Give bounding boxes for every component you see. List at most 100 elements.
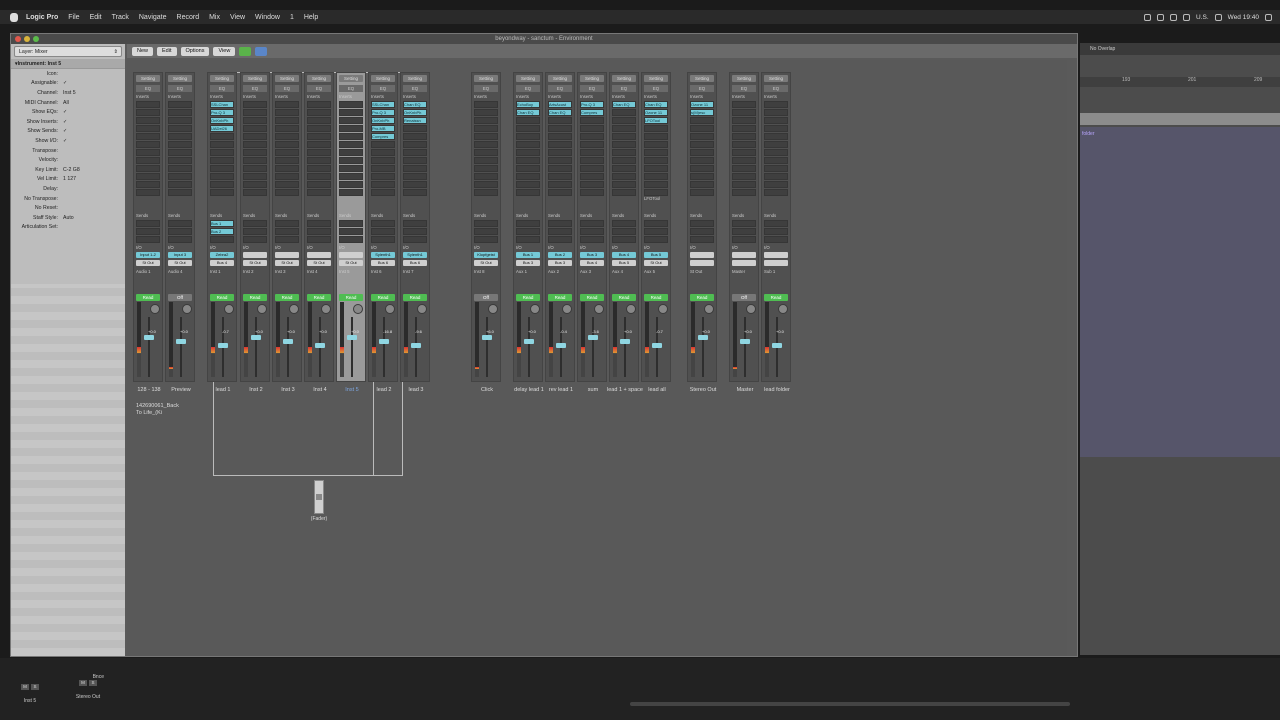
insert-slot[interactable] bbox=[243, 173, 267, 180]
pan-knob[interactable] bbox=[182, 304, 192, 314]
insert-slot[interactable] bbox=[732, 157, 756, 164]
eq-display[interactable]: EQ bbox=[644, 85, 668, 92]
volume-fader-track[interactable] bbox=[287, 317, 289, 377]
output-slot[interactable]: St Out bbox=[168, 260, 192, 266]
volume-fader-cap[interactable] bbox=[315, 343, 325, 348]
insert-slot[interactable] bbox=[516, 117, 540, 124]
eq-display[interactable]: EQ bbox=[243, 85, 267, 92]
volume-fader-cap[interactable] bbox=[347, 335, 357, 340]
insert-slot[interactable] bbox=[548, 133, 572, 140]
automation-mode[interactable]: Read bbox=[612, 294, 636, 301]
channel-name[interactable]: Click bbox=[468, 387, 506, 394]
close-icon[interactable] bbox=[15, 36, 21, 42]
insert-slot[interactable] bbox=[644, 165, 668, 172]
automation-mode[interactable]: Read bbox=[690, 294, 714, 301]
menu-1[interactable]: 1 bbox=[290, 14, 294, 21]
input-slot[interactable] bbox=[732, 252, 756, 258]
send-slot[interactable] bbox=[644, 228, 668, 235]
volume-fader-track[interactable] bbox=[624, 317, 626, 377]
param-value[interactable]: All bbox=[61, 100, 125, 106]
insert-slot[interactable] bbox=[516, 173, 540, 180]
insert-slot[interactable] bbox=[612, 181, 636, 188]
insert-slot[interactable] bbox=[275, 189, 299, 196]
insert-slot[interactable] bbox=[580, 189, 604, 196]
inspector-row[interactable]: Velocity: bbox=[11, 155, 125, 165]
automation-mode[interactable]: Read bbox=[516, 294, 540, 301]
setting-button[interactable]: Setting bbox=[136, 75, 160, 82]
insert-slot[interactable] bbox=[516, 149, 540, 156]
output-slot[interactable]: Bus 3 bbox=[548, 260, 572, 266]
midi-link-icon[interactable] bbox=[239, 46, 252, 56]
insert-slot[interactable] bbox=[168, 173, 192, 180]
output-slot[interactable]: St Out bbox=[275, 260, 299, 266]
insert-slot[interactable] bbox=[690, 157, 714, 164]
insert-slot[interactable] bbox=[516, 157, 540, 164]
eq-display[interactable]: EQ bbox=[371, 85, 395, 92]
channel-strip[interactable]: Setting EQ Inserts Sends I/O Input 3 St Out Aud… bbox=[165, 72, 195, 393]
insert-slot[interactable] bbox=[403, 181, 427, 188]
insert-slot[interactable] bbox=[548, 117, 572, 124]
insert-slot[interactable] bbox=[474, 181, 498, 188]
insert-slot[interactable] bbox=[732, 133, 756, 140]
insert-slot[interactable] bbox=[307, 141, 331, 148]
insert-slot[interactable] bbox=[403, 141, 427, 148]
insert-slot[interactable] bbox=[474, 109, 498, 116]
send-slot[interactable] bbox=[612, 220, 636, 227]
insert-slot[interactable] bbox=[339, 165, 363, 172]
send-slot[interactable] bbox=[136, 236, 160, 243]
insert-slot[interactable] bbox=[339, 157, 363, 164]
send-slot[interactable] bbox=[548, 236, 572, 243]
channel-strip[interactable]: Setting EQ Inserts SSLChan Pro-Q 3 OnKnbPh Pro… bbox=[368, 72, 398, 393]
channel-strip[interactable]: Setting EQ Inserts Chan EQ Sends I/O Bus 4 Bus … bbox=[607, 72, 643, 393]
insert-slot[interactable] bbox=[339, 117, 363, 124]
insert-slot[interactable] bbox=[690, 117, 714, 124]
insert-slot[interactable] bbox=[764, 117, 788, 124]
insert-slot[interactable] bbox=[168, 149, 192, 156]
input-slot[interactable]: Input 3 bbox=[168, 252, 192, 258]
insert-slot[interactable] bbox=[644, 173, 668, 180]
input-slot[interactable] bbox=[243, 252, 267, 258]
insert-slot[interactable] bbox=[136, 165, 160, 172]
eq-display[interactable]: EQ bbox=[275, 85, 299, 92]
pan-knob[interactable] bbox=[562, 304, 572, 314]
output-slot[interactable] bbox=[690, 260, 714, 266]
volume-fader-cap[interactable] bbox=[144, 335, 154, 340]
insert-slot[interactable] bbox=[243, 141, 267, 148]
send-slot[interactable] bbox=[644, 236, 668, 243]
pan-knob[interactable] bbox=[289, 304, 299, 314]
send-slot[interactable]: Bus 2 bbox=[210, 228, 234, 235]
send-slot[interactable] bbox=[307, 236, 331, 243]
insert-slot[interactable] bbox=[210, 141, 234, 148]
send-slot[interactable] bbox=[403, 228, 427, 235]
volume-icon[interactable] bbox=[1214, 13, 1222, 21]
channel-strip[interactable]: Setting EQ Inserts Sends I/O Sub 1 Read +0.0 lea… bbox=[761, 72, 791, 393]
setting-button[interactable]: Setting bbox=[371, 75, 395, 82]
volume-fader-track[interactable] bbox=[383, 317, 385, 377]
send-slot[interactable] bbox=[403, 236, 427, 243]
send-slot[interactable] bbox=[516, 220, 540, 227]
insert-slot[interactable] bbox=[168, 181, 192, 188]
insert-slot[interactable] bbox=[612, 173, 636, 180]
insert-slot[interactable] bbox=[210, 173, 234, 180]
insert-slot[interactable] bbox=[690, 181, 714, 188]
pan-knob[interactable] bbox=[594, 304, 604, 314]
insert-slot[interactable] bbox=[339, 141, 363, 148]
param-value[interactable]: C-2 G8 bbox=[61, 167, 125, 173]
inspector-row[interactable]: Transpose: bbox=[11, 146, 125, 156]
output-slot[interactable]: St Out bbox=[136, 260, 160, 266]
insert-slot[interactable] bbox=[580, 173, 604, 180]
automation-mode[interactable]: Read bbox=[644, 294, 668, 301]
send-slot[interactable] bbox=[371, 220, 395, 227]
insert-slot[interactable] bbox=[474, 173, 498, 180]
insert-slot[interactable] bbox=[243, 157, 267, 164]
eq-display[interactable]: EQ bbox=[548, 85, 572, 92]
automation-mode[interactable]: Read bbox=[136, 294, 160, 301]
insert-slot[interactable] bbox=[136, 157, 160, 164]
input-slot[interactable]: Bus 4 bbox=[612, 252, 636, 258]
menu-mix[interactable]: Mix bbox=[209, 14, 220, 21]
input-slot[interactable]: Zebra2 bbox=[210, 252, 234, 258]
input-slot[interactable]: Sylenth1 bbox=[371, 252, 395, 258]
insert-slot[interactable] bbox=[136, 141, 160, 148]
insert-slot[interactable] bbox=[275, 181, 299, 188]
eq-display[interactable]: EQ bbox=[764, 85, 788, 92]
